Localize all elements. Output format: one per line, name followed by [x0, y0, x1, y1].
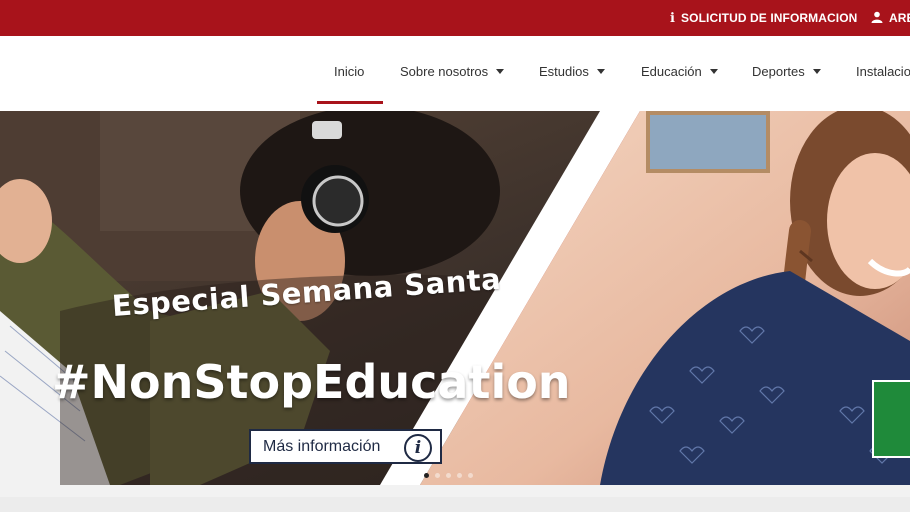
hero-slider[interactable]: Especial Semana Santa #NonStopEducation … [0, 111, 910, 485]
active-nav-indicator [317, 101, 383, 104]
main-nav: Inicio Sobre nosotros Estudios Educación… [0, 36, 910, 111]
side-badge[interactable] [872, 380, 910, 458]
nav-item-label: Inicio [334, 63, 365, 79]
section-divider [0, 497, 910, 512]
caret-down-icon [596, 68, 605, 74]
nav-item-inicio[interactable]: Inicio [334, 36, 364, 106]
user-area-label: ARE [889, 11, 910, 25]
nav-item-label: Sobre nosotros [400, 63, 489, 79]
nav-item-educacion[interactable]: Educación [641, 36, 718, 106]
slider-dot[interactable] [446, 473, 451, 478]
nav-item-sobre-nosotros[interactable]: Sobre nosotros [400, 36, 505, 106]
nav-item-instalaciones[interactable]: Instalacio [856, 36, 910, 106]
nav-item-deportes[interactable]: Deportes [752, 36, 821, 106]
slider-dots [424, 473, 473, 478]
nav-item-label: Instalacio [856, 63, 910, 79]
user-icon [871, 11, 883, 26]
caret-down-icon [812, 68, 821, 74]
request-info-label: SOLICITUD DE INFORMACION [681, 11, 858, 25]
top-bar: ℹ SOLICITUD DE INFORMACION ARE [0, 0, 910, 36]
user-area-link[interactable]: ARE [871, 0, 910, 36]
info-circle-icon: i [404, 434, 432, 462]
slider-dot[interactable] [424, 473, 429, 478]
nav-item-label: Educación [641, 63, 702, 79]
nav-item-label: Estudios [539, 63, 589, 79]
slider-dot[interactable] [457, 473, 462, 478]
request-info-link[interactable]: ℹ SOLICITUD DE INFORMACION [670, 0, 857, 36]
nav-item-estudios[interactable]: Estudios [539, 36, 605, 106]
more-info-label: Más información [263, 437, 381, 455]
more-info-button[interactable]: Más información i [249, 429, 442, 464]
caret-down-icon [709, 68, 718, 74]
nav-item-label: Deportes [752, 63, 805, 79]
info-icon: ℹ [670, 10, 676, 25]
caret-down-icon [496, 68, 505, 74]
slider-dot[interactable] [435, 473, 440, 478]
slider-dot[interactable] [468, 473, 473, 478]
hero-title: #NonStopEducation [52, 355, 571, 409]
